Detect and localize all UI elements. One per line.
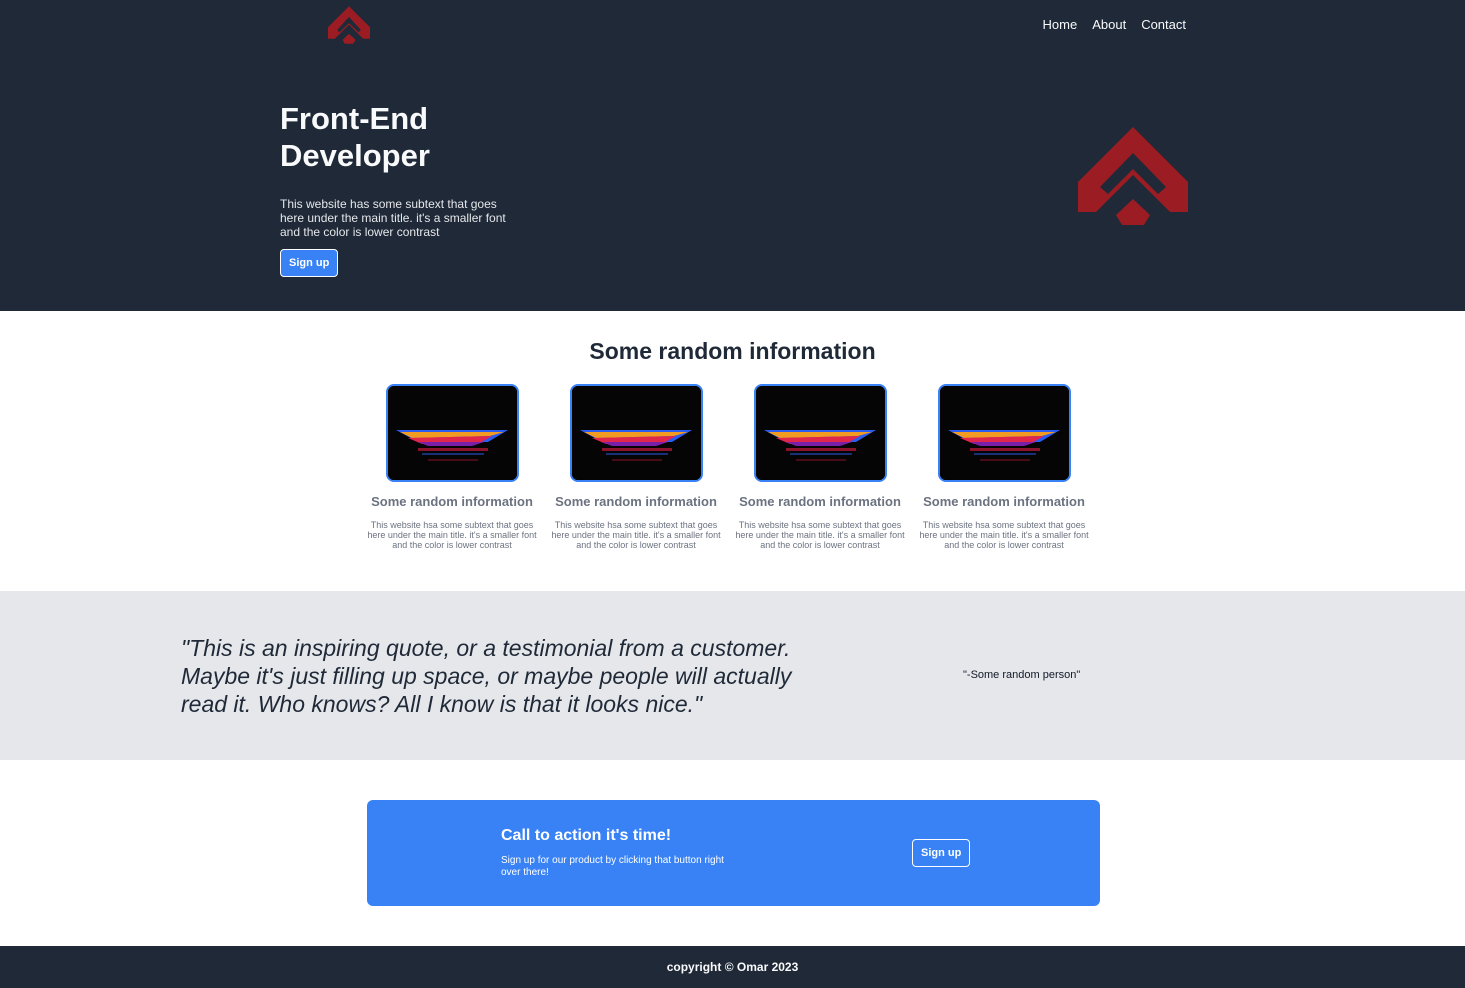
info-card: Some random information This website hsa… (919, 384, 1089, 550)
cta-signup-button[interactable]: Sign up (912, 839, 971, 867)
hero-signup-button[interactable]: Sign up (280, 249, 339, 277)
quote-author: "-Some random person" (963, 669, 1081, 681)
nav-home-link[interactable]: Home (1043, 17, 1078, 32)
footer: copyright © Omar 2023 (0, 946, 1465, 988)
info-card: Some random information This website hsa… (367, 384, 537, 550)
card-title: Some random information (555, 494, 717, 509)
card-title: Some random information (371, 494, 533, 509)
cta-section: Call to action it's time! Sign up for ou… (0, 760, 1465, 946)
cta-title: Call to action it's time! (501, 827, 672, 844)
hero-text-block: Front-End Developer This website has som… (280, 100, 520, 277)
main-nav: Home About Contact (1043, 17, 1186, 32)
hero-title: Front-End Developer (280, 101, 430, 173)
card-title: Some random information (739, 494, 901, 509)
logo-icon[interactable] (328, 6, 370, 44)
copyright-text: copyright © Omar 2023 (666, 960, 799, 974)
laptop-image (937, 384, 1071, 482)
quote-section: "This is an inspiring quote, or a testim… (0, 591, 1465, 760)
testimonial-quote: "This is an inspiring quote, or a testim… (181, 635, 792, 717)
hero-subtitle: This website has some subtext that goes … (280, 197, 506, 239)
card-text: This website hsa some subtext that goes … (735, 520, 905, 550)
card-title: Some random information (923, 494, 1085, 509)
info-heading: Some random information (589, 338, 876, 364)
hero-header: Home About Contact Front-End Developer T… (0, 0, 1465, 311)
laptop-image (385, 384, 519, 482)
cta-subtitle: Sign up for our product by clicking that… (501, 855, 724, 878)
info-cards: Some random information This website hsa… (367, 384, 1089, 550)
nav-about-link[interactable]: About (1092, 17, 1126, 32)
info-card: Some random information This website hsa… (551, 384, 721, 550)
info-card: Some random information This website hsa… (735, 384, 905, 550)
card-text: This website hsa some subtext that goes … (367, 520, 537, 550)
laptop-image (569, 384, 703, 482)
card-text: This website hsa some subtext that goes … (551, 520, 721, 550)
nav-contact-link[interactable]: Contact (1141, 17, 1186, 32)
hero-logo-icon (1078, 127, 1188, 225)
cta-box: Call to action it's time! Sign up for ou… (367, 800, 1100, 906)
laptop-image (753, 384, 887, 482)
card-text: This website hsa some subtext that goes … (919, 520, 1089, 550)
info-section: Some random information Some random info… (0, 311, 1465, 591)
